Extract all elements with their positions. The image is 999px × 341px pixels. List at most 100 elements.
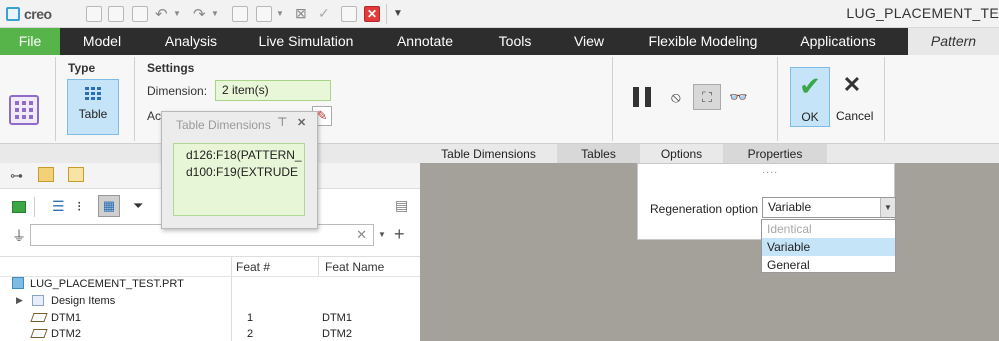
tab-properties[interactable]: Properties [723,144,827,164]
chevron-down-icon[interactable]: ▼ [880,198,895,217]
feat-name-cell: DTM2 [322,328,352,340]
datum-plane-icon [30,329,48,338]
regeneration-option-select[interactable]: Variable ▼ [762,197,896,218]
ribbon-panel: Type Table Settings Dimension: 2 item(s)… [0,55,999,144]
tree-root-label: LUG_PLACEMENT_TEST.PRT [30,278,184,290]
cancel-x-icon: ✕ [842,72,862,97]
tab-table-dimensions[interactable]: Table Dimensions [420,144,557,164]
tree-filter-icon[interactable]: ⏷ [133,198,143,214]
regeneration-option-label: Regeneration option [650,202,759,216]
dimension-label: Dimension: [147,84,208,98]
ribbon-divider [55,57,56,141]
open-file-icon[interactable] [108,6,124,22]
cancel-button[interactable]: ✕ Cancel [836,67,874,127]
datum-plane-icon [30,313,48,322]
creo-logo-text: creo [24,6,52,22]
expand-arrow-icon[interactable]: ▶ [16,295,23,306]
window-title: LUG_PLACEMENT_TE [846,5,999,21]
ok-label: OK [801,110,819,124]
tree-columns-icon[interactable]: ⁝ [77,198,81,215]
tree-settings-icon[interactable]: ▤ [395,197,408,214]
undo-icon[interactable]: ↶ [155,5,168,23]
tab-analysis[interactable]: Analysis [155,28,227,55]
column-header-feat-num[interactable]: Feat # [236,258,270,276]
option-general[interactable]: General [762,256,895,274]
table-type-button[interactable]: Table [67,79,119,135]
tree-show-table-icon[interactable]: ▦ [98,195,120,217]
qa-divider [386,4,387,24]
dimension-collector[interactable]: 2 item(s) [215,80,331,101]
regenerate-icon[interactable] [232,6,248,22]
tab-applications[interactable]: Applications [792,28,884,55]
regeneration-dropdown-list: Identical Variable General [761,219,896,273]
search-dropdown-icon[interactable]: ▼ [378,230,386,239]
ribbon-tab-bar: File Model Analysis Live Simulation Anno… [0,28,999,55]
pattern-feature-icon [9,95,39,125]
cancel-label: Cancel [836,109,874,123]
pause-icon-bar-right[interactable] [645,87,651,107]
option-variable[interactable]: Variable [762,238,895,256]
verify-icon[interactable] [341,6,357,22]
check-icon[interactable]: ✓ [318,5,330,22]
option-identical: Identical [767,222,812,236]
no-preview-icon[interactable]: ⦸ [671,89,681,106]
ribbon-divider [884,57,885,141]
tab-flexible-modeling[interactable]: Flexible Modeling [640,28,766,55]
feat-num-cell: 1 [247,312,254,324]
tab-tools[interactable]: Tools [490,28,540,55]
list-item[interactable]: d100:F19(EXTRUDE [186,165,303,179]
favorites-icon[interactable] [68,167,84,182]
list-item[interactable]: d126:F18(PATTERN_ [186,148,303,162]
tab-live-simulation[interactable]: Live Simulation [252,28,360,55]
table-icon [85,87,101,100]
pause-icon-bar-left[interactable] [633,87,639,107]
new-file-icon[interactable] [86,6,102,22]
tree-root-row[interactable]: LUG_PLACEMENT_TEST.PRT [0,276,420,293]
part-icon [12,277,24,289]
undo-dropdown-icon[interactable]: ▼ [173,9,181,18]
pin-icon[interactable]: ⊤ [277,115,287,129]
column-header-feat-name[interactable]: Feat Name [325,258,384,276]
close-icon[interactable]: ✕ [297,116,306,129]
model-tree-tab-icon[interactable]: ⊶ [10,168,23,184]
table-dimensions-list[interactable]: d126:F18(PATTERN_ d100:F19(EXTRUDE [173,143,305,216]
save-icon[interactable] [132,6,148,22]
model-icon[interactable] [12,201,26,213]
tree-header-rule [0,256,420,257]
folder-browser-icon[interactable] [38,167,54,182]
clear-search-icon[interactable]: ✕ [356,227,367,243]
tab-pattern[interactable]: Pattern [908,28,999,55]
ok-button[interactable]: ✔ OK [790,67,830,127]
table-row[interactable]: ▶ Design Items [0,293,420,310]
ok-check-icon: ✔ [799,71,821,101]
creo-logo-icon [6,7,20,21]
ribbon-divider [612,57,613,141]
tree-item-label: DTM2 [51,328,81,340]
table-row[interactable]: DTM2 2 DTM2 [0,326,420,341]
design-items-icon [32,295,44,306]
tree-item-label: DTM1 [51,312,81,324]
exit-icon[interactable]: ✕ [364,6,380,22]
tree-toolbar-divider [34,197,35,217]
redo-icon[interactable]: ↷ [193,5,206,23]
table-row[interactable]: DTM1 1 DTM1 [0,310,420,327]
tab-annotate[interactable]: Annotate [386,28,464,55]
customize-menu-icon[interactable]: ▼ [393,8,403,19]
tree-list-icon[interactable]: ☰ [52,198,65,215]
add-column-icon[interactable]: + [394,224,405,245]
tab-tables[interactable]: Tables [557,144,640,164]
search-filter-icon: ⏚ [12,228,26,244]
verify-mode-icon[interactable]: ⛶ [693,84,721,110]
windows-icon[interactable] [256,6,272,22]
tab-options[interactable]: Options [640,144,723,164]
active-table-label: Ac [147,109,162,123]
tab-view[interactable]: View [565,28,613,55]
windows-dropdown-icon[interactable]: ▼ [276,9,284,18]
creo-logo: creo [6,5,52,23]
tab-file[interactable]: File [0,28,60,55]
glasses-preview-icon[interactable]: 👓 [729,88,748,106]
redo-dropdown-icon[interactable]: ▼ [211,9,219,18]
panel-grip[interactable]: .... [762,164,778,176]
close-window-icon[interactable]: ⊠ [295,5,307,22]
tab-model[interactable]: Model [68,28,136,55]
